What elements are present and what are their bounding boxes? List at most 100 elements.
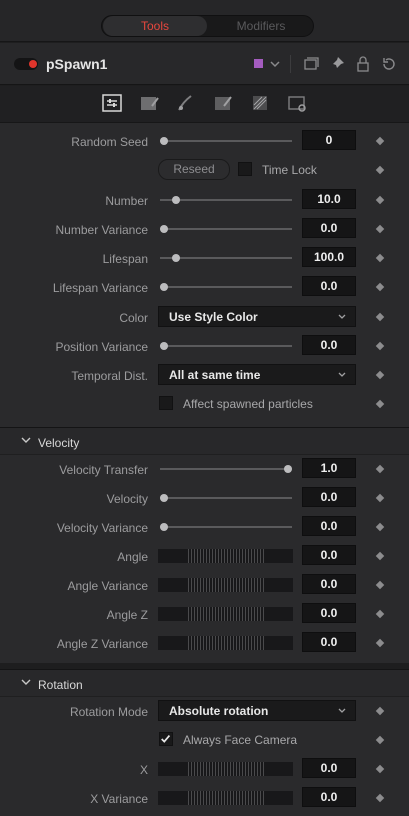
keyframe-diamond-icon[interactable] (375, 195, 385, 205)
slider-knob[interactable] (160, 523, 168, 531)
keyframe-diamond-icon[interactable] (375, 522, 385, 532)
chevron-down-icon (21, 679, 31, 685)
color-dropdown[interactable]: Use Style Color (158, 306, 356, 327)
keyframe-diamond-icon[interactable] (375, 638, 385, 648)
angle-variance-row: Angle Variance 0.0 (0, 571, 409, 600)
affect-spawned-checkbox[interactable] (159, 396, 173, 410)
angle-z-thumbwheel[interactable] (158, 607, 293, 621)
window-icon[interactable] (302, 55, 320, 73)
slider-knob[interactable] (160, 225, 168, 233)
lifespan-field[interactable]: 100.0 (302, 247, 356, 267)
velocity-transfer-field[interactable]: 1.0 (302, 458, 356, 478)
keyframe-diamond-icon[interactable] (375, 609, 385, 619)
color-row: Color Use Style Color (0, 303, 409, 332)
lifespan-variance-field[interactable]: 0.0 (302, 276, 356, 296)
number-field[interactable]: 10.0 (302, 189, 356, 209)
controls-icon[interactable] (101, 92, 123, 114)
slider-knob[interactable] (160, 342, 168, 350)
tab-modifiers[interactable]: Modifiers (209, 16, 313, 36)
settings-icon[interactable] (286, 92, 308, 114)
velocity-section-header[interactable]: Velocity (0, 427, 409, 455)
number-label: Number (105, 194, 148, 208)
number-slider[interactable] (160, 196, 292, 204)
velocity-row: Velocity 0.0 (0, 484, 409, 513)
keyframe-diamond-icon[interactable] (375, 370, 385, 380)
angle-z-row: Angle Z 0.0 (0, 600, 409, 629)
angle-z-variance-field[interactable]: 0.0 (302, 632, 356, 652)
time-lock-checkbox[interactable] (238, 162, 252, 176)
keyframe-diamond-icon[interactable] (375, 706, 385, 716)
number-variance-label: Number Variance (55, 223, 148, 237)
keyframe-diamond-icon[interactable] (375, 580, 385, 590)
keyframe-diamond-icon[interactable] (375, 282, 385, 292)
position-variance-slider[interactable] (160, 342, 292, 350)
velocity-field[interactable]: 0.0 (302, 487, 356, 507)
angle-variance-field[interactable]: 0.0 (302, 574, 356, 594)
reseed-button[interactable]: Reseed (158, 159, 230, 180)
slider-knob[interactable] (284, 465, 292, 473)
keyframe-diamond-icon[interactable] (375, 312, 385, 322)
keyframe-diamond-icon[interactable] (375, 793, 385, 803)
angle-thumbwheel[interactable] (158, 549, 293, 563)
angle-variance-thumbwheel[interactable] (158, 578, 293, 592)
keyframe-diamond-icon[interactable] (375, 493, 385, 503)
lifespan-variance-slider[interactable] (160, 283, 292, 291)
velocity-variance-label: Velocity Variance (56, 521, 148, 535)
keyframe-diamond-icon[interactable] (375, 341, 385, 351)
velocity-transfer-slider[interactable] (160, 465, 292, 473)
region-icon[interactable] (175, 92, 197, 114)
angle-z-field[interactable]: 0.0 (302, 603, 356, 623)
lock-icon[interactable] (354, 55, 372, 73)
slider-knob[interactable] (160, 283, 168, 291)
number-variance-row: Number Variance 0.0 (0, 215, 409, 244)
always-face-camera-checkbox[interactable] (159, 732, 173, 746)
lifespan-label: Lifespan (102, 252, 148, 266)
rotation-mode-dropdown[interactable]: Absolute rotation (158, 700, 356, 721)
velocity-variance-field[interactable]: 0.0 (302, 516, 356, 536)
angle-row: Angle 0.0 (0, 542, 409, 571)
rotation-x-field[interactable]: 0.0 (302, 758, 356, 778)
temporal-dist-dropdown[interactable]: All at same time (158, 364, 356, 385)
node-enable-toggle[interactable] (14, 58, 38, 70)
random-seed-field[interactable]: 0 (302, 130, 356, 150)
chevron-down-icon[interactable] (266, 55, 284, 73)
slider-knob[interactable] (172, 196, 180, 204)
rotation-x-thumbwheel[interactable] (158, 762, 293, 776)
lifespan-slider[interactable] (160, 254, 292, 262)
keyframe-diamond-icon[interactable] (375, 399, 385, 409)
keyframe-diamond-icon[interactable] (375, 136, 385, 146)
angle-field[interactable]: 0.0 (302, 545, 356, 565)
color-swatch[interactable] (254, 59, 263, 68)
keyframe-diamond-icon[interactable] (375, 253, 385, 263)
random-seed-slider[interactable] (160, 137, 292, 145)
number-variance-field[interactable]: 0.0 (302, 218, 356, 238)
conditions-icon[interactable] (212, 92, 234, 114)
keyframe-diamond-icon[interactable] (375, 224, 385, 234)
slider-knob[interactable] (160, 137, 168, 145)
keyframe-diamond-icon[interactable] (375, 165, 385, 175)
slider-knob[interactable] (172, 254, 180, 262)
style-icon[interactable] (138, 92, 160, 114)
angle-z-variance-thumbwheel[interactable] (158, 636, 293, 650)
number-variance-slider[interactable] (160, 225, 292, 233)
reset-icon[interactable] (380, 55, 398, 73)
position-variance-field[interactable]: 0.0 (302, 335, 356, 355)
keyframe-diamond-icon[interactable] (375, 464, 385, 474)
velocity-section-title: Velocity (38, 436, 80, 450)
position-variance-row: Position Variance 0.0 (0, 332, 409, 361)
velocity-slider[interactable] (160, 494, 292, 502)
rotation-x-variance-thumbwheel[interactable] (158, 791, 293, 805)
rotation-x-variance-field[interactable]: 0.0 (302, 787, 356, 807)
pin-icon[interactable] (328, 55, 346, 73)
keyframe-diamond-icon[interactable] (375, 735, 385, 745)
rotation-panel: Rotation Mode Absolute rotation Always F… (0, 697, 409, 816)
rotation-section-header[interactable]: Rotation (0, 669, 409, 697)
position-variance-label: Position Variance (55, 340, 149, 354)
sets-icon[interactable] (249, 92, 271, 114)
keyframe-diamond-icon[interactable] (375, 551, 385, 561)
velocity-variance-slider[interactable] (160, 523, 292, 531)
keyframe-diamond-icon[interactable] (375, 764, 385, 774)
random-seed-row: Random Seed 0 (0, 127, 409, 156)
tab-tools[interactable]: Tools (103, 16, 207, 36)
slider-knob[interactable] (160, 494, 168, 502)
